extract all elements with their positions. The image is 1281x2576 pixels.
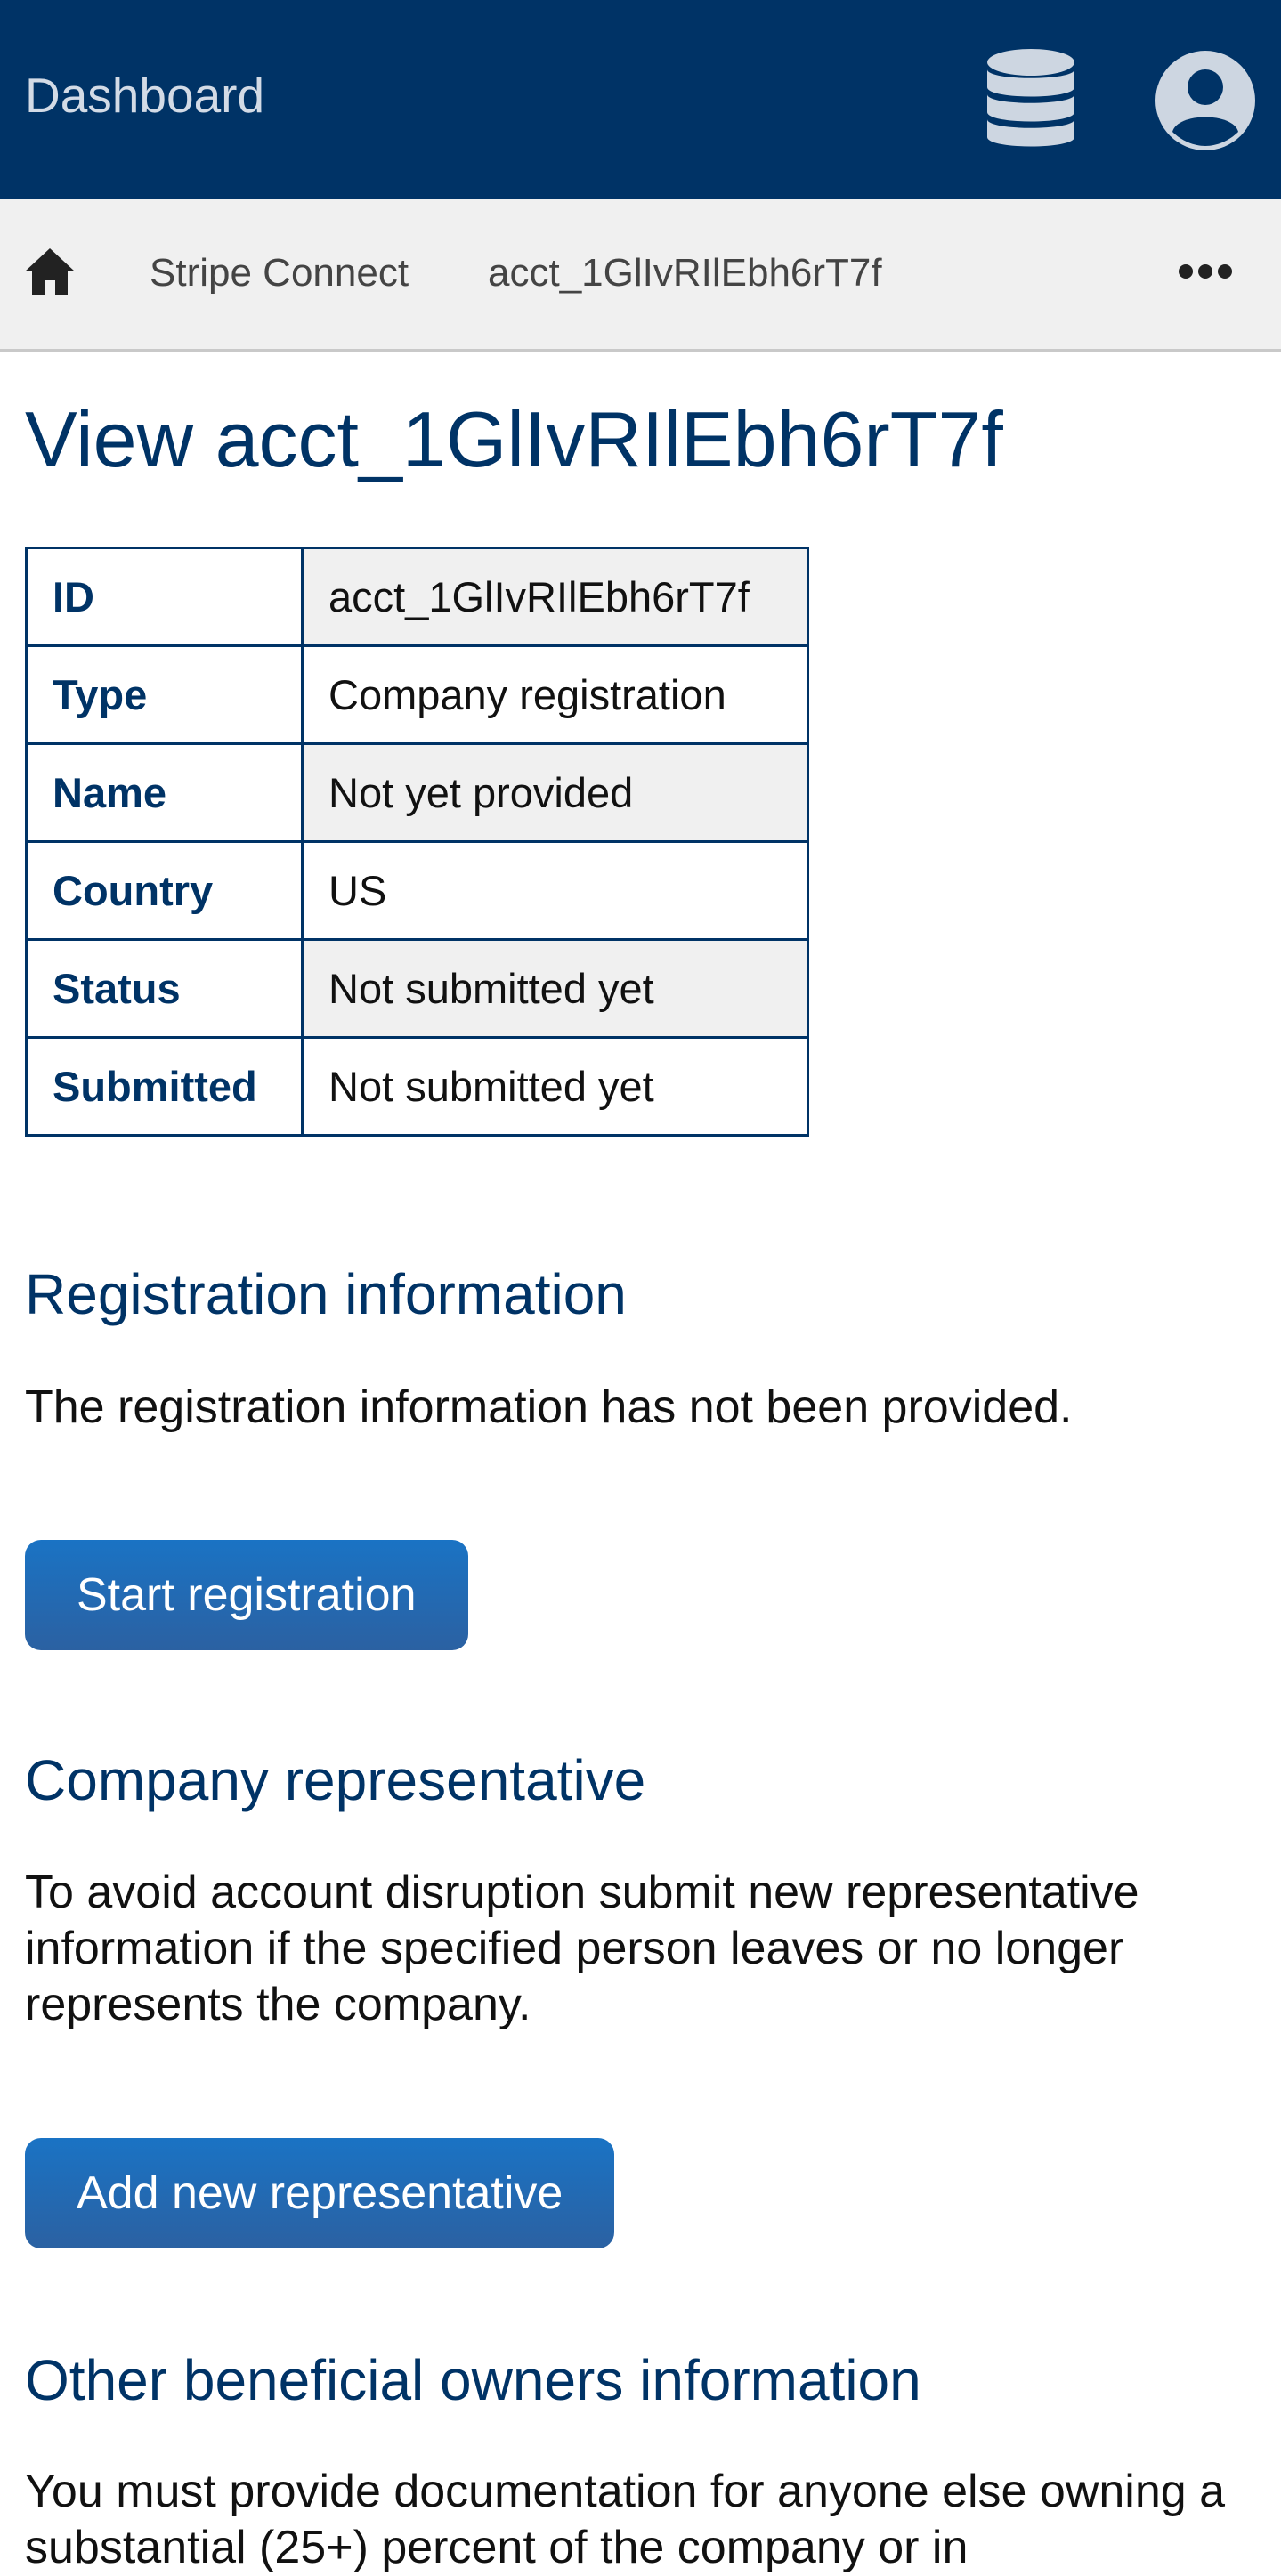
page-title: View acct_1GlIvRIlEbh6rT7f [25,395,1003,483]
table-row: Country US [25,840,809,941]
app-title[interactable]: Dashboard [25,66,264,125]
breadcrumb-account-id: acct_1GlIvRIlEbh6rT7f [488,251,882,295]
detail-value-submitted: Not submitted yet [301,1036,809,1137]
table-row: Type Company registration [25,644,809,745]
breadcrumb-stripe-connect[interactable]: Stripe Connect [150,249,409,297]
beneficial-owners-text: You must provide documentation for anyon… [25,2466,1226,2573]
detail-value-type: Company registration [301,644,809,745]
more-horizontal-icon[interactable] [1177,262,1234,281]
detail-key-submitted: Submitted [25,1036,304,1137]
table-row: Name Not yet provided [25,742,809,843]
table-row: Submitted Not submitted yet [25,1036,809,1137]
breadcrumb: Stripe Connect acct_1GlIvRIlEbh6rT7f [0,199,1281,352]
account-details-table: ID acct_1GlIvRIlEbh6rT7f Type Company re… [25,547,809,1137]
user-account-icon[interactable] [1155,50,1256,151]
detail-key-country: Country [25,840,304,941]
detail-key-status: Status [25,938,304,1039]
detail-key-type: Type [25,644,304,745]
representative-text: To avoid account disruption submit new r… [25,1867,1139,2030]
registration-text: The registration information has not bee… [25,1381,1073,1433]
detail-key-id: ID [25,547,304,647]
detail-value-country: US [301,840,809,941]
detail-value-name: Not yet provided [301,742,809,843]
app-header: Dashboard [0,0,1281,199]
table-row: ID acct_1GlIvRIlEbh6rT7f [25,547,809,647]
registration-heading: Registration information [25,1262,627,1326]
representative-heading: Company representative [25,1748,646,1812]
beneficial-owners-heading: Other beneficial owners information [25,2348,921,2412]
add-representative-button[interactable]: Add new representative [25,2138,615,2248]
detail-value-status: Not submitted yet [301,938,809,1039]
start-registration-button[interactable]: Start registration [25,1540,468,1650]
home-icon[interactable] [23,247,77,296]
detail-value-id: acct_1GlIvRIlEbh6rT7f [301,547,809,647]
database-icon[interactable] [985,48,1076,151]
table-row: Status Not submitted yet [25,938,809,1039]
detail-key-name: Name [25,742,304,843]
